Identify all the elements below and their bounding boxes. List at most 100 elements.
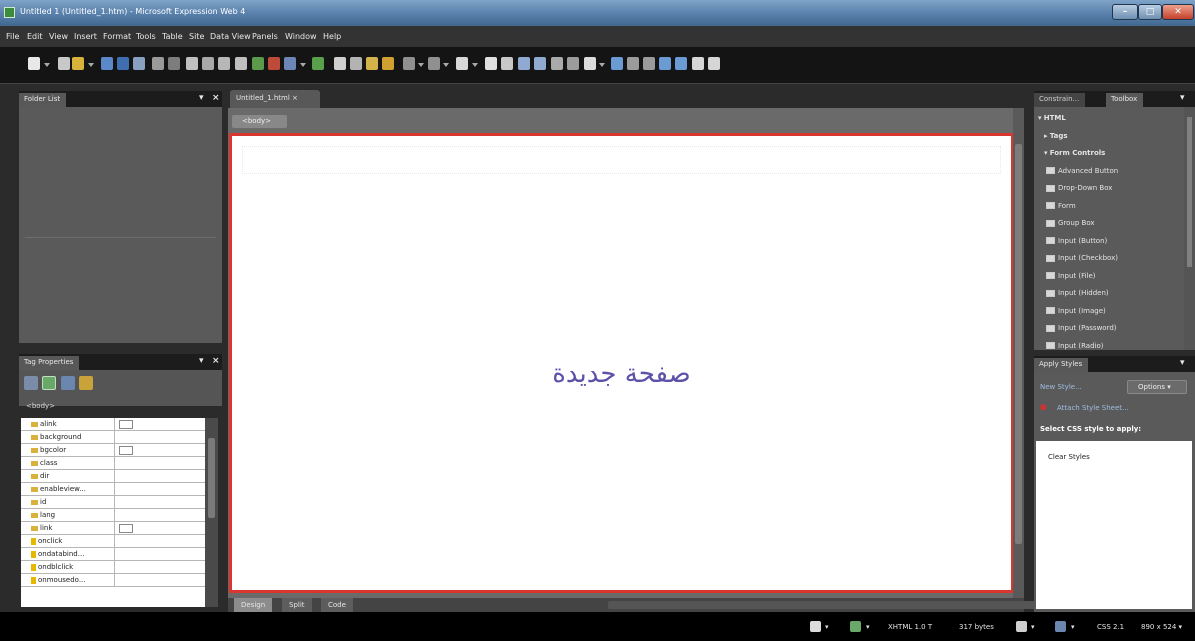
attach-style-sheet-link[interactable]: Attach Style Sheet... — [1057, 404, 1129, 412]
insert-image-icon[interactable] — [485, 57, 497, 70]
pin-icon[interactable]: ▾ — [1180, 93, 1185, 103]
property-row[interactable]: enableview... — [21, 483, 205, 496]
toolbox-item[interactable]: Drop-Down Box — [1046, 184, 1112, 192]
redo-icon[interactable] — [428, 57, 440, 70]
menu-insert[interactable]: Insert — [74, 32, 97, 41]
property-row[interactable]: background — [21, 431, 205, 444]
chevron-down-icon[interactable] — [443, 63, 449, 67]
toolbox-item[interactable]: ▾ HTML — [1038, 114, 1066, 122]
minimize-button[interactable]: – — [1112, 4, 1138, 20]
menu-view[interactable]: View — [49, 32, 68, 41]
property-row[interactable]: onclick — [21, 535, 205, 548]
copy-icon[interactable] — [350, 57, 362, 70]
design-canvas[interactable]: صفحة جديدة — [229, 133, 1014, 593]
color-swatch[interactable] — [119, 420, 133, 429]
scrollbar-thumb[interactable] — [208, 438, 215, 518]
color-swatch[interactable] — [119, 446, 133, 455]
pin-icon[interactable]: ▾ — [199, 93, 204, 103]
tab-toolbox[interactable]: Toolbox — [1106, 93, 1144, 107]
quick-tag-selector[interactable]: <body> — [232, 115, 287, 128]
tab-constraints[interactable]: Constrain... — [1034, 93, 1086, 107]
chevron-down-icon[interactable] — [88, 63, 94, 67]
cut-icon[interactable] — [186, 57, 198, 70]
align-right-icon[interactable] — [534, 57, 546, 70]
toolbox-item[interactable]: Input (Radio) — [1046, 342, 1103, 350]
property-row[interactable]: alink — [21, 418, 205, 431]
menu-panels[interactable]: Panels — [252, 32, 278, 41]
menu-table[interactable]: Table — [162, 32, 183, 41]
property-row[interactable]: link — [21, 522, 205, 535]
pin-icon[interactable]: ▾ — [1180, 358, 1185, 368]
menu-edit[interactable]: Edit — [27, 32, 43, 41]
scrollbar-thumb[interactable] — [1187, 117, 1192, 267]
page-icon[interactable] — [708, 57, 720, 70]
paste-icon[interactable] — [366, 57, 378, 70]
spelling-icon[interactable] — [168, 57, 180, 70]
menu-window[interactable]: Window — [285, 32, 317, 41]
property-row[interactable]: class — [21, 457, 205, 470]
page-icon[interactable] — [692, 57, 704, 70]
page-icon[interactable] — [810, 621, 821, 632]
publish-icon[interactable] — [117, 57, 129, 70]
chevron-down-icon[interactable]: ▾ — [1031, 623, 1035, 631]
brush-icon[interactable] — [382, 57, 394, 70]
new-style-link[interactable]: New Style... — [1040, 383, 1082, 391]
open-icon[interactable] — [58, 57, 70, 70]
chevron-down-icon[interactable] — [472, 63, 478, 67]
format-painter-icon[interactable] — [235, 57, 247, 70]
folder-icon[interactable] — [72, 57, 84, 70]
alphabetical-view-icon[interactable] — [42, 376, 56, 390]
categorized-view-icon[interactable] — [24, 376, 38, 390]
editor-vertical-scrollbar[interactable] — [1013, 108, 1024, 598]
pin-icon[interactable]: ▾ — [199, 356, 204, 366]
tab-folder-list[interactable]: Folder List — [19, 93, 67, 107]
table-icon[interactable] — [284, 57, 296, 70]
show-set-properties-icon[interactable] — [61, 376, 75, 390]
property-row[interactable]: dir — [21, 470, 205, 483]
chevron-down-icon[interactable]: ▾ — [825, 623, 829, 631]
forward-icon[interactable] — [643, 57, 655, 70]
toolbox-item[interactable]: Input (Checkbox) — [1046, 254, 1118, 262]
menu-data-view[interactable]: Data View — [210, 32, 251, 41]
menu-tools[interactable]: Tools — [136, 32, 156, 41]
color-swatch[interactable] — [119, 524, 133, 533]
document-tab[interactable]: Untitled_1.html × — [230, 90, 320, 108]
property-row[interactable]: onmousedo... — [21, 574, 205, 587]
clear-styles-item[interactable]: Clear Styles — [1048, 453, 1090, 461]
menu-file[interactable]: File — [6, 32, 19, 41]
property-row[interactable]: lang — [21, 509, 205, 522]
toolbox-item[interactable]: ▸ Tags — [1044, 132, 1068, 140]
property-row[interactable]: ondatabind... — [21, 548, 205, 561]
list-icon[interactable] — [551, 57, 563, 70]
toolbox-item[interactable]: Input (Image) — [1046, 307, 1106, 315]
css-version-indicator[interactable]: CSS 2.1 — [1097, 623, 1124, 631]
tab-design[interactable]: Design — [234, 598, 273, 612]
close-button[interactable]: ✕ — [1162, 4, 1194, 20]
save-icon[interactable] — [101, 57, 113, 70]
preview-icon[interactable] — [152, 57, 164, 70]
toolbox-scrollbar[interactable] — [1184, 107, 1195, 350]
close-icon[interactable]: × — [212, 93, 220, 103]
folder-list-panel[interactable] — [19, 107, 222, 343]
events-icon[interactable] — [79, 376, 93, 390]
property-row[interactable]: ondblclick — [21, 561, 205, 574]
visual-aids-icon[interactable] — [1016, 621, 1027, 632]
schema-icon[interactable] — [1055, 621, 1066, 632]
options-button[interactable]: Options ▾ — [1127, 380, 1187, 394]
copy-icon[interactable] — [202, 57, 214, 70]
chevron-down-icon[interactable]: ▾ — [866, 623, 870, 631]
toolbox-item[interactable]: Form — [1046, 202, 1076, 210]
menu-site[interactable]: Site — [189, 32, 204, 41]
chevron-down-icon[interactable]: ▾ — [1071, 623, 1075, 631]
compatibility-icon[interactable] — [850, 621, 861, 632]
image-icon[interactable] — [252, 57, 264, 70]
check-icon[interactable] — [312, 57, 324, 70]
tag-properties-scrollbar[interactable] — [205, 418, 218, 607]
scrollbar-thumb[interactable] — [1015, 144, 1022, 544]
tab-split[interactable]: Split — [282, 598, 312, 612]
toolbox-item[interactable]: Input (Button) — [1046, 237, 1107, 245]
menu-format[interactable]: Format — [103, 32, 131, 41]
page-heading-text[interactable]: صفحة جديدة — [232, 359, 1011, 389]
new-page-icon[interactable] — [28, 57, 40, 70]
tab-tag-properties[interactable]: Tag Properties — [19, 356, 80, 370]
